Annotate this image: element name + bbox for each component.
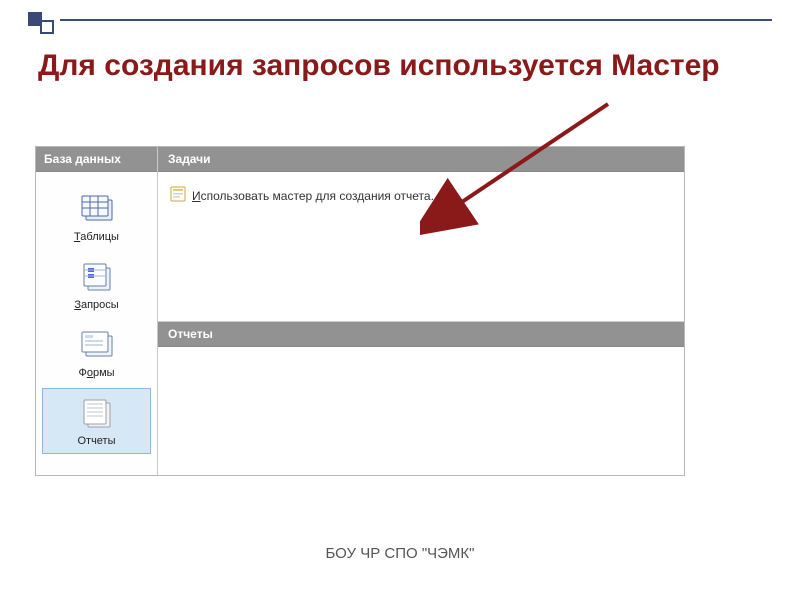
main-area: Задачи Использовать мастер для создания … <box>158 147 684 475</box>
tables-icon <box>76 191 118 229</box>
queries-icon <box>76 259 118 297</box>
slide-footer: БОУ ЧР СПО "ЧЭМК" <box>0 545 800 562</box>
sidebar-items: Таблицы Запросы <box>36 172 157 475</box>
reports-icon <box>76 395 118 433</box>
sidebar-item-label: Таблицы <box>74 231 119 243</box>
sidebar-item-tables[interactable]: Таблицы <box>42 184 151 250</box>
wizard-icon <box>170 186 186 205</box>
task-wizard-create-report[interactable]: Использовать мастер для создания отчета.… <box>170 186 672 205</box>
sidebar-item-label: Отчеты <box>77 435 115 447</box>
database-panel: База данных Таблицы <box>35 146 685 476</box>
sidebar: База данных Таблицы <box>36 147 158 475</box>
sidebar-item-queries[interactable]: Запросы <box>42 252 151 318</box>
tasks-header: Задачи <box>158 147 684 172</box>
reports-header: Отчеты <box>158 322 684 347</box>
decor-top-line <box>60 19 772 21</box>
slide-title: Для создания запросов используется Масте… <box>38 48 760 84</box>
sidebar-header: База данных <box>36 147 157 172</box>
tasks-body: Использовать мастер для создания отчета.… <box>158 172 684 322</box>
forms-icon <box>76 327 118 365</box>
sidebar-item-label: Запросы <box>74 299 118 311</box>
sidebar-item-forms[interactable]: Формы <box>42 320 151 386</box>
sidebar-item-label: Формы <box>78 367 114 379</box>
sidebar-item-reports[interactable]: Отчеты <box>42 388 151 454</box>
task-link-label: Использовать мастер для создания отчета.… <box>192 189 441 203</box>
reports-body <box>158 347 684 475</box>
decor-square-outline <box>40 20 54 34</box>
